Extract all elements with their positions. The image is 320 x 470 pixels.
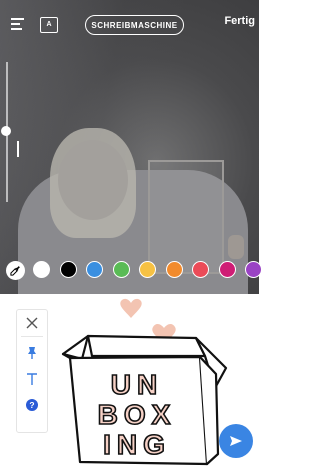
color-swatch[interactable] bbox=[218, 261, 236, 278]
svg-text:?: ? bbox=[29, 400, 34, 410]
text-icon[interactable] bbox=[17, 372, 47, 391]
color-swatch[interactable] bbox=[245, 261, 262, 278]
done-button[interactable]: Fertig bbox=[224, 15, 255, 27]
align-menu-icon[interactable] bbox=[11, 18, 24, 30]
font-toggle-icon-text: A bbox=[46, 21, 52, 28]
sticker-text-line-3: ING bbox=[103, 429, 171, 460]
font-style-label: SCHREIBMASCHINE bbox=[91, 21, 178, 30]
color-swatch[interactable] bbox=[165, 261, 183, 278]
color-swatch[interactable] bbox=[59, 261, 77, 278]
heart-icon bbox=[120, 298, 142, 318]
color-swatch[interactable] bbox=[86, 261, 103, 278]
sticker-text-line-1: UN bbox=[111, 369, 163, 400]
text-cursor bbox=[17, 141, 19, 157]
painting-frame bbox=[148, 160, 224, 274]
text-size-thumb[interactable] bbox=[1, 126, 11, 136]
person-hand bbox=[228, 235, 244, 259]
color-swatch[interactable] bbox=[139, 261, 156, 278]
top-bar: A SCHREIBMASCHINE Fertig bbox=[0, 0, 259, 50]
font-toggle-icon[interactable]: A bbox=[40, 17, 58, 33]
color-swatch[interactable] bbox=[33, 261, 50, 278]
send-icon bbox=[230, 436, 242, 446]
color-palette bbox=[0, 258, 262, 284]
color-swatch[interactable] bbox=[192, 261, 209, 278]
help-icon[interactable]: ? bbox=[17, 398, 47, 417]
color-swatch[interactable] bbox=[112, 261, 130, 278]
sticker-area: UN BOX ING ? bbox=[0, 294, 259, 470]
font-style-button[interactable]: SCHREIBMASCHINE bbox=[85, 15, 184, 35]
sticker-text-line-2: BOX bbox=[98, 399, 177, 430]
send-button[interactable] bbox=[219, 424, 253, 458]
person-face bbox=[58, 140, 128, 220]
sticker-toolbar: ? bbox=[16, 309, 48, 433]
close-icon[interactable] bbox=[17, 316, 47, 335]
done-label: Fertig bbox=[224, 15, 255, 27]
pin-icon[interactable] bbox=[17, 346, 47, 365]
